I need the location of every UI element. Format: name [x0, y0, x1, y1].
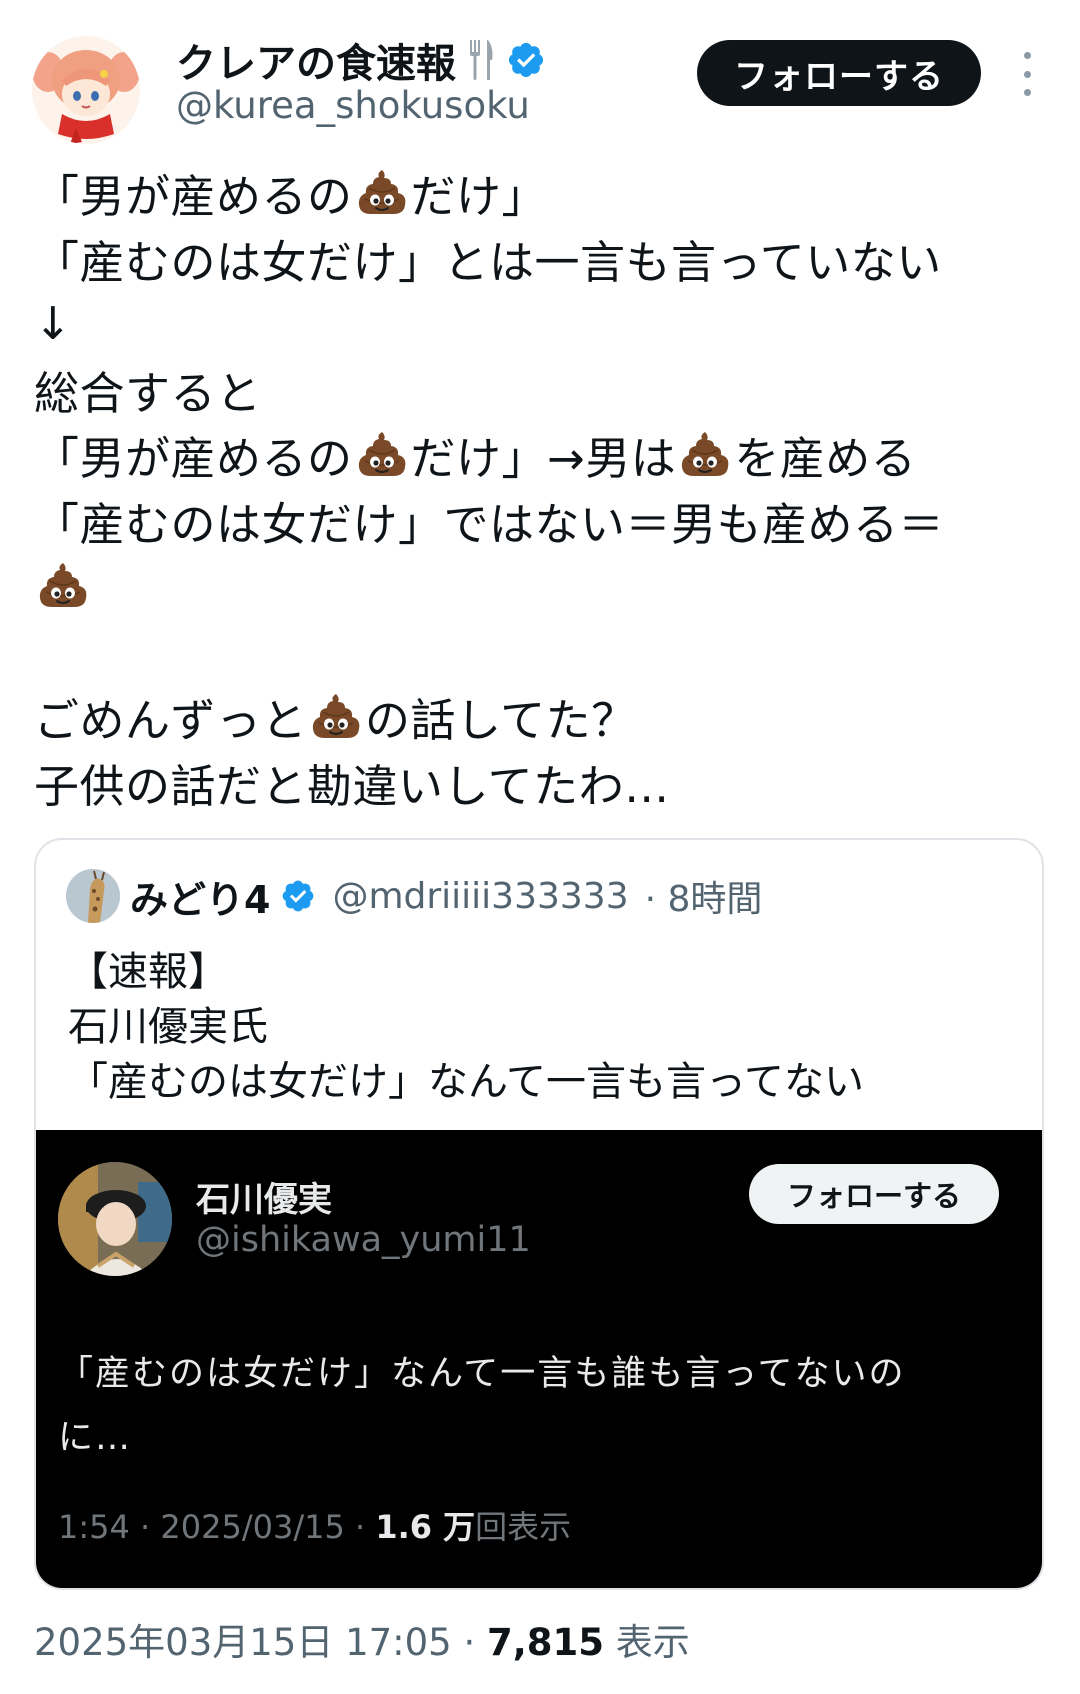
pile-of-poo-emoji — [309, 690, 363, 744]
tweet-text-segment: だけ」 — [410, 170, 548, 224]
pile-of-poo-emoji — [36, 559, 90, 613]
tweet-text-segment: ↓ — [34, 297, 73, 351]
tweet-text-segment: 「男が産めるの — [34, 432, 353, 486]
embedded-author-avatar — [58, 1162, 172, 1276]
embedded-views-label: 回表示 — [475, 1508, 572, 1546]
embedded-views-count: 1.6 万 — [375, 1508, 476, 1546]
tweet-views-count: 7,815 — [487, 1621, 605, 1664]
embedded-meta: 1:54 · 2025/03/15 · 1.6 万回表示 — [58, 1502, 571, 1548]
tweet-line: ↓ — [34, 291, 1054, 357]
tweet-text-segment: 子供の話だと勘違いしてたわ… — [34, 759, 670, 813]
tweet-views-label: 表示 — [604, 1621, 690, 1664]
quoted-line: 石川優実氏 — [68, 1003, 268, 1050]
quoted-author-handle: @mdriiiii333333 — [332, 875, 629, 917]
author-avatar[interactable] — [32, 36, 140, 144]
embedded-line: に… — [58, 1417, 133, 1458]
quoted-tweet-card[interactable]: みどり4 @mdriiiii333333 · 8時間 【速報】 石川優実氏 「産… — [34, 838, 1044, 1590]
embedded-author-handle: @ishikawa_yumi11 — [196, 1220, 531, 1260]
tweet-body: 「男が産めるの だけ」 「産むのは女だけ」とは一言も言っていない ↓ 総合すると 「男が産… — [34, 160, 1054, 815]
tweet-text-segment: 総合すると — [34, 366, 262, 420]
tweet-line: 「男が産めるの だけ」→男は を産める — [34, 422, 1054, 488]
tweet-text-segment: 「男が産めるの — [34, 170, 353, 224]
embedded-screenshot[interactable]: 石川優実 @ishikawa_yumi11 フォローする 「産むのは女だけ」なん… — [36, 1130, 1042, 1588]
pile-of-poo-emoji — [355, 166, 409, 220]
tweet-text-segment: の話してた？ — [365, 694, 637, 748]
tweet-line: 「産むのは女だけ」とは一言も言っていない — [34, 226, 1054, 292]
author-name-row: クレアの食速報 — [176, 31, 546, 89]
tweet-meta: 2025年03月15日 17:05 · 7,815 表示 — [34, 1612, 690, 1666]
tweet-line: 「産むのは女だけ」ではない＝男も産める＝ — [34, 488, 1054, 554]
tweet-line: 総合すると — [34, 357, 1054, 423]
quoted-line: 「産むのは女だけ」なんて一言も言ってない — [68, 1058, 864, 1105]
embedded-follow-button: フォローする — [749, 1164, 999, 1224]
tweet-text-segment: ごめんずっと — [34, 694, 308, 748]
quoted-author-name: みどり4 — [130, 877, 271, 922]
tweet-text-segment: だけ」→男は — [410, 432, 677, 486]
follow-button[interactable]: フォローする — [697, 40, 981, 106]
quoted-author-avatar — [66, 869, 120, 923]
pile-of-poo-emoji — [355, 428, 409, 482]
author-display-name[interactable]: クレアの食速報 — [176, 31, 456, 89]
embedded-line: 「産むのは女だけ」なんて一言も誰も言ってないの — [58, 1353, 906, 1394]
tweet-text-segment: を産める — [734, 432, 917, 486]
pile-of-poo-emoji — [678, 428, 732, 482]
tweet-line: 子供の話だと勘違いしてたわ… — [34, 750, 1054, 816]
quoted-tweet-time: · 8時間 — [644, 879, 763, 920]
embedded-timestamp: 1:54 · 2025/03/15 · — [58, 1508, 376, 1546]
verified-badge-icon — [280, 878, 316, 914]
tweet-text-segment: 「産むのは女だけ」とは一言も言っていない — [34, 235, 942, 289]
tweet-timestamp[interactable]: 2025年03月15日 17:05 · — [34, 1621, 487, 1664]
verified-badge-icon — [506, 40, 546, 80]
author-handle[interactable]: @kurea_shokusoku — [176, 84, 530, 127]
quoted-tweet-text: 【速報】 石川優実氏 「産むのは女だけ」なんて一言も言ってない — [68, 940, 864, 1105]
quoted-line: 【速報】 — [68, 948, 228, 995]
tweet-line: 「男が産めるの だけ」 — [34, 160, 1054, 226]
fork-knife-icon — [466, 38, 496, 82]
tweet-header: クレアの食速報 @kurea_shokusoku フォローする — [0, 0, 1080, 150]
tweet-line — [34, 553, 1054, 619]
quoted-tweet-header: みどり4 @mdriiiii333333 · 8時間 — [66, 868, 762, 924]
embedded-tweet-text: 「産むのは女だけ」なんて一言も誰も言ってないの に… — [58, 1338, 1018, 1466]
tweet-line: ごめんずっと の話してた？ — [34, 684, 1054, 750]
more-options-icon[interactable] — [1012, 52, 1042, 96]
embedded-author-name: 石川優実 — [196, 1180, 332, 1220]
tweet-line — [34, 619, 1054, 685]
tweet-text-segment: 「産むのは女だけ」ではない＝男も産める＝ — [34, 497, 945, 551]
